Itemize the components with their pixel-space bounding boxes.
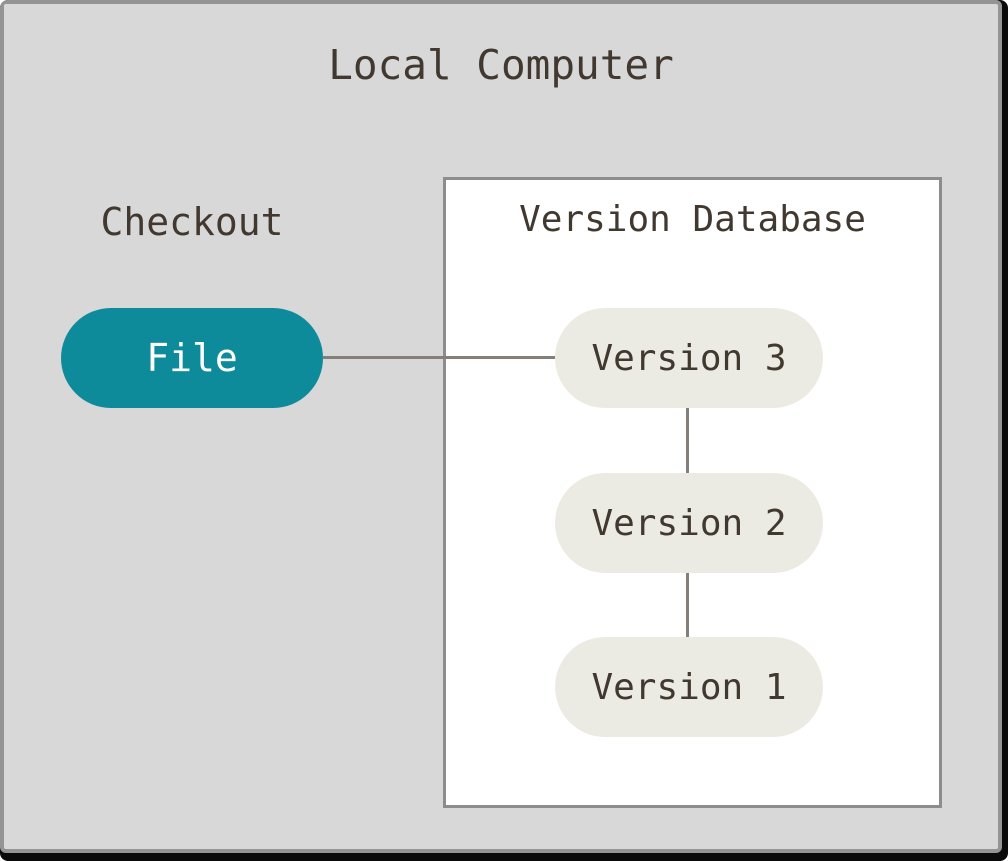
version-database-title: Version Database <box>446 198 939 242</box>
version-3-label: Version 3 <box>591 338 786 379</box>
version-database-box: Version Database Version 3 Version 2 Ver… <box>443 177 942 808</box>
diagram-title: Local Computer <box>0 42 1002 88</box>
file-node: File <box>61 308 323 408</box>
checkout-label: Checkout <box>42 200 342 244</box>
file-node-label: File <box>146 336 238 380</box>
connector-version2-version1 <box>686 565 689 645</box>
version-1-node: Version 1 <box>555 637 823 737</box>
connector-file-version3 <box>323 356 555 359</box>
version-2-label: Version 2 <box>591 503 786 544</box>
version-1-label: Version 1 <box>591 667 786 708</box>
connector-version3-version2 <box>686 400 689 480</box>
version-3-node: Version 3 <box>555 308 823 408</box>
diagram-canvas: Local Computer Checkout File Version Dat… <box>0 0 1008 861</box>
version-2-node: Version 2 <box>555 473 823 573</box>
